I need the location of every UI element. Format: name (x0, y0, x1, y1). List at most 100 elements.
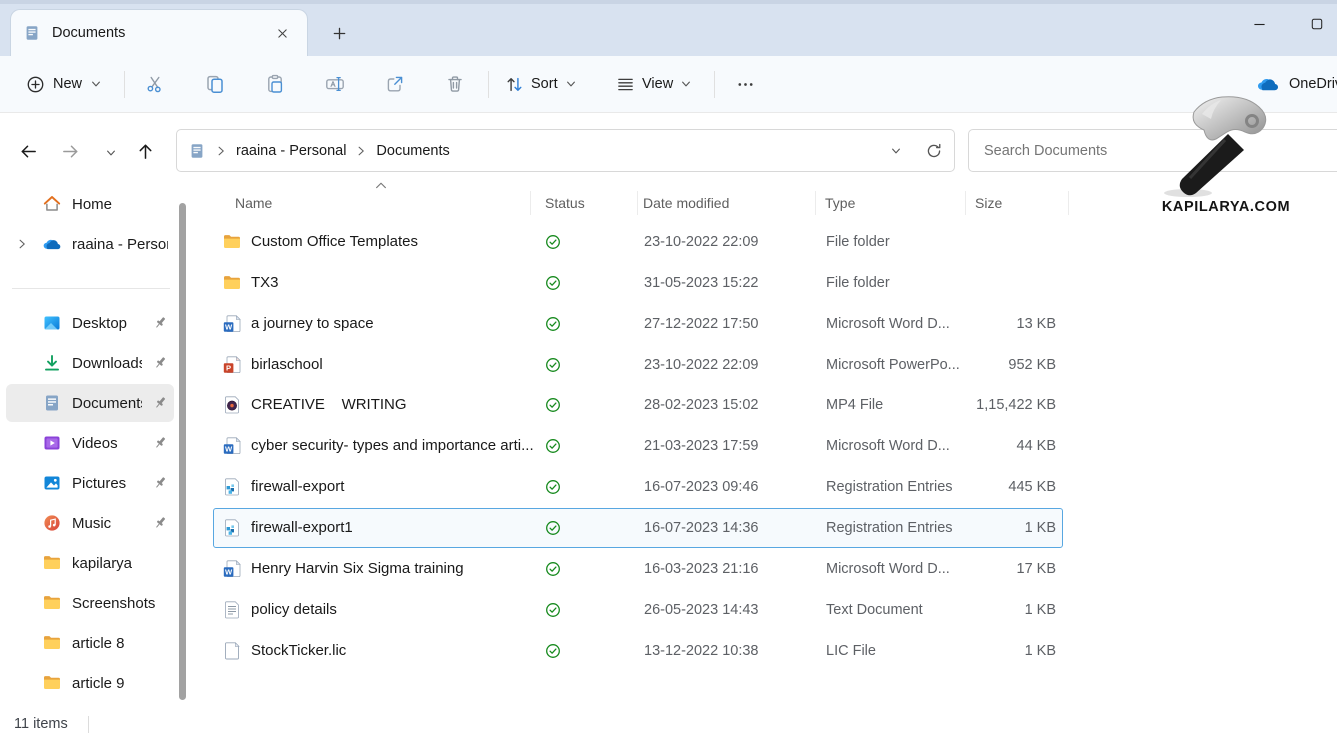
sidebar-item-videos[interactable]: Videos (6, 424, 174, 462)
sidebar-item-label: Pictures (72, 475, 142, 492)
sidebar-scrollbar[interactable] (179, 203, 186, 700)
table-row[interactable]: CREATIVE WRITING28-02-2023 15:02MP4 File… (213, 385, 1063, 425)
command-toolbar: New Sort View OneDrive (0, 56, 1337, 113)
column-header-status[interactable]: Status (545, 190, 585, 216)
breadcrumb-onedrive[interactable]: raaina - Personal (236, 143, 346, 159)
file-size (894, 223, 1056, 261)
sync-status-icon (545, 357, 561, 373)
column-divider[interactable] (637, 191, 638, 215)
svg-text:W: W (225, 445, 233, 454)
documents-icon (42, 393, 62, 413)
sidebar-item-article-9[interactable]: article 9 (6, 664, 174, 702)
view-button[interactable]: View (610, 68, 698, 100)
sidebar-item-label: Desktop (72, 315, 142, 332)
forward-button[interactable] (55, 136, 85, 166)
file-name: a journey to space (251, 305, 374, 343)
cut-button[interactable] (141, 68, 169, 100)
delete-button[interactable] (441, 68, 469, 100)
file-date-modified: 16-07-2023 14:36 (644, 509, 759, 547)
column-divider[interactable] (530, 191, 531, 215)
table-row[interactable]: Custom Office Templates23-10-2022 22:09F… (213, 222, 1063, 262)
sidebar-item-raaina-persona[interactable]: raaina - Persona (6, 225, 174, 263)
tab-close-icon[interactable] (269, 20, 295, 46)
file-size: 445 KB (894, 468, 1056, 506)
sidebar-item-music[interactable]: Music (6, 504, 174, 542)
sync-status-icon (545, 602, 561, 618)
sync-status-icon (545, 234, 561, 250)
home-icon (42, 194, 62, 214)
sidebar-item-documents[interactable]: Documents (6, 384, 174, 422)
hammer-watermark-image (1158, 94, 1292, 198)
tab-documents[interactable]: Documents (10, 9, 308, 56)
address-bar[interactable]: raaina - Personal Documents (176, 129, 955, 172)
column-header-name[interactable]: Name (235, 190, 272, 216)
table-row[interactable]: TX331-05-2023 15:22File folder (213, 263, 1063, 303)
sidebar-item-downloads[interactable]: Downloads (6, 344, 174, 382)
table-row[interactable]: StockTicker.lic13-12-2022 10:38LIC File1… (213, 631, 1063, 671)
table-row[interactable]: policy details26-05-2023 14:43Text Docum… (213, 590, 1063, 630)
svg-text:W: W (225, 323, 233, 332)
chevron-down-icon (680, 78, 692, 90)
sidebar-item-pictures[interactable]: Pictures (6, 464, 174, 502)
column-divider[interactable] (1068, 191, 1069, 215)
sidebar-item-desktop[interactable]: Desktop (6, 304, 174, 342)
file-date-modified: 28-02-2023 15:02 (644, 386, 759, 424)
address-dropdown-icon[interactable] (890, 145, 902, 157)
new-button[interactable]: New (18, 68, 110, 100)
sidebar-item-screenshots[interactable]: Screenshots (6, 584, 174, 622)
sort-button[interactable]: Sort (499, 68, 583, 100)
column-header-date-modified[interactable]: Date modified (643, 190, 729, 216)
maximize-button[interactable] (1296, 6, 1337, 42)
refresh-icon[interactable] (925, 142, 943, 160)
titlebar: Documents (0, 0, 1337, 56)
sidebar-item-label: article 9 (72, 675, 168, 692)
breadcrumb-documents[interactable]: Documents (376, 143, 449, 159)
file-name: StockTicker.lic (251, 632, 346, 670)
more-options-button[interactable] (731, 68, 759, 100)
file-size: 952 KB (894, 346, 1056, 384)
sidebar-item-kapilarya[interactable]: kapilarya (6, 544, 174, 582)
column-divider[interactable] (815, 191, 816, 215)
recent-locations-button[interactable] (96, 138, 126, 168)
column-divider[interactable] (965, 191, 966, 215)
table-row[interactable]: Pbirlaschool23-10-2022 22:09Microsoft Po… (213, 345, 1063, 385)
column-header-type[interactable]: Type (825, 190, 855, 216)
onedrive-cloud-icon (1256, 76, 1280, 92)
table-row[interactable]: WHenry Harvin Six Sigma training16-03-20… (213, 549, 1063, 589)
watermark-text: KAPILARYA.COM (1146, 199, 1306, 215)
sidebar-item-label: article 8 (72, 635, 168, 652)
up-button[interactable] (130, 136, 160, 166)
expander-spacer (12, 675, 32, 691)
plus-circle-icon (26, 75, 45, 94)
file-date-modified: 13-12-2022 10:38 (644, 632, 759, 670)
chevron-down-icon (90, 78, 102, 90)
table-row[interactable]: Wa journey to space27-12-2022 17:50Micro… (213, 304, 1063, 344)
paste-button[interactable] (261, 68, 289, 100)
pin-icon (152, 395, 168, 411)
sidebar-item-label: raaina - Persona (72, 236, 168, 253)
table-row[interactable]: firewall-export116-07-2023 14:36Registra… (213, 508, 1063, 548)
pin-icon (152, 435, 168, 451)
sync-status-icon (545, 561, 561, 577)
text-file-icon (222, 600, 242, 620)
share-button[interactable] (381, 68, 409, 100)
sidebar-item-home[interactable]: Home (6, 185, 174, 223)
back-button[interactable] (13, 136, 43, 166)
sidebar-item-article-8[interactable]: article 8 (6, 624, 174, 662)
table-row[interactable]: Wcyber security- types and importance ar… (213, 426, 1063, 466)
new-button-label: New (53, 76, 82, 92)
status-items-count: 11 items (14, 712, 68, 739)
column-header-size[interactable]: Size (975, 190, 1002, 216)
folder-file-icon (222, 273, 242, 293)
downloads-icon (42, 353, 62, 373)
new-tab-button[interactable] (326, 20, 352, 46)
table-row[interactable]: firewall-export16-07-2023 09:46Registrat… (213, 467, 1063, 507)
word-file-icon: W (222, 314, 242, 334)
onedrive-icon (42, 234, 62, 254)
onedrive-label: OneDrive (1289, 76, 1337, 92)
videos-icon (42, 433, 62, 453)
rename-button[interactable] (321, 68, 349, 100)
minimize-button[interactable] (1238, 6, 1280, 42)
copy-button[interactable] (201, 68, 229, 100)
expand-chevron-icon[interactable] (12, 236, 32, 252)
